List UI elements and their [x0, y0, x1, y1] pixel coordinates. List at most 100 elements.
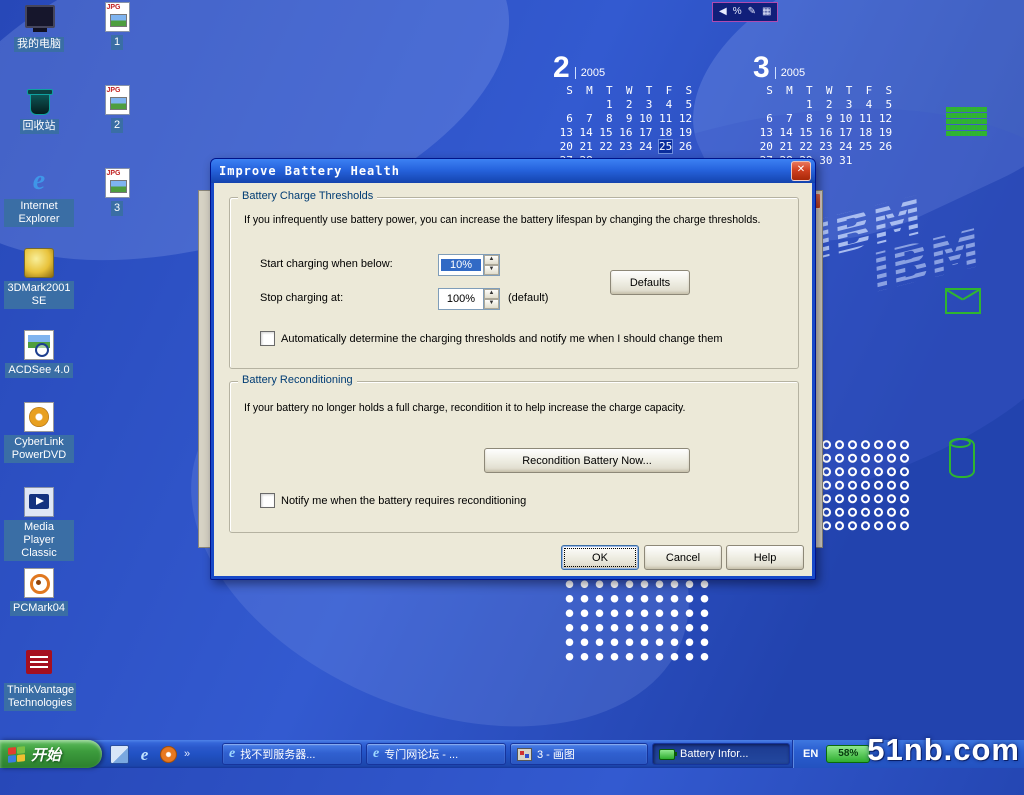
spinner-up-icon[interactable]: ▲ [484, 289, 499, 299]
spinner-down-icon[interactable]: ▼ [484, 299, 499, 309]
calendar-week: 20 21 22 23 24 25 26 [553, 140, 692, 154]
pcmark-icon [24, 568, 54, 598]
task-label: 找不到服务器... [240, 746, 315, 762]
spinner-down-icon[interactable]: ▼ [484, 265, 499, 275]
improve-battery-health-dialog: Improve Battery Health ✕ Battery Charge … [210, 158, 816, 580]
paint-icon [517, 748, 532, 761]
desktop-icon-acdsee[interactable]: ACDSee 4.0 [4, 330, 74, 378]
calendar-month-number: 2 [553, 54, 570, 82]
close-icon[interactable]: ✕ [791, 161, 811, 181]
envelope-icon [945, 288, 981, 314]
thinkvantage-icon [26, 650, 52, 674]
default-note: (default) [508, 292, 548, 304]
battery-icon [659, 749, 675, 760]
desktop-icon-jpg-3[interactable]: 3 [90, 168, 144, 216]
stop-charging-label: Stop charging at: [260, 292, 343, 304]
media-player-classic-icon [24, 487, 54, 517]
calendar-week: 6 7 8 9 10 11 12 [553, 112, 692, 126]
spinner-up-icon[interactable]: ▲ [484, 255, 499, 265]
desktop-icon-pcmark04[interactable]: PCMark04 [4, 568, 74, 616]
media-player-quicklaunch-icon[interactable] [160, 746, 177, 763]
start-charging-value[interactable]: 10% [441, 259, 481, 271]
battery-charge-thresholds-group: Battery Charge Thresholds If you infrequ… [229, 197, 799, 369]
notify-reconditioning-checkbox-row: Notify me when the battery requires reco… [260, 493, 526, 508]
stop-charging-value[interactable]: 100% [439, 293, 483, 305]
start-charging-spinner[interactable]: 10% ▲ ▼ [438, 254, 500, 276]
desktop-icon-label: CyberLink PowerDVD [4, 435, 74, 463]
desktop-icon-label: Internet Explorer [4, 199, 74, 227]
jpg-file-icon [105, 85, 130, 115]
auto-determine-checkbox[interactable] [260, 331, 275, 346]
taskbar-task-browser-1[interactable]: e 找不到服务器... [222, 743, 362, 765]
taskbar-task-paint[interactable]: 3 - 画图 [510, 743, 648, 765]
desktop-icon-internet-explorer[interactable]: e Internet Explorer [4, 166, 74, 227]
calendar-day-header: S M T W T F S [553, 84, 692, 98]
recycle-bin-icon [22, 86, 56, 116]
calendar-week: 1 2 3 4 5 [553, 98, 692, 112]
cancel-button[interactable]: Cancel [644, 545, 722, 570]
show-desktop-icon[interactable] [110, 745, 129, 764]
desktop-icon-label: 我的电脑 [14, 37, 64, 52]
desktop-icon-jpg-1[interactable]: 1 [90, 2, 144, 50]
desktop-icon-powerdvd[interactable]: CyberLink PowerDVD [4, 402, 74, 463]
calendar-week: 13 14 15 16 17 18 19 [753, 126, 892, 140]
start-button-label: 开始 [31, 744, 61, 765]
reconditioning-description: If your battery no longer holds a full c… [244, 402, 685, 414]
desktop-icon-label: 3 [111, 201, 123, 216]
internet-explorer-quicklaunch-icon[interactable]: e [136, 746, 153, 763]
calendar-year: 2005 [775, 67, 805, 79]
battery-meter-icon[interactable]: % [733, 7, 742, 17]
dialog-title: Improve Battery Health [211, 164, 791, 178]
calendar-week: 1 2 3 4 5 [753, 98, 892, 112]
wallpaper-dot-grid [562, 577, 714, 665]
desktop-icon-thinkvantage[interactable]: ThinkVantage Technologies [4, 650, 74, 711]
thresholds-description: If you infrequently use battery power, y… [244, 214, 760, 226]
desktop: { "icons": { "close_glyph": "✕", "spin_u… [0, 0, 1024, 768]
recondition-battery-now-button[interactable]: Recondition Battery Now... [484, 448, 690, 473]
group-title: Battery Charge Thresholds [238, 190, 377, 202]
desktop-icon-recycle-bin[interactable]: 回收站 [4, 86, 74, 134]
language-indicator[interactable]: EN [803, 748, 818, 760]
acdsee-icon [24, 330, 54, 360]
calendar-day-header: S M T W T F S [753, 84, 892, 98]
auto-determine-label: Automatically determine the charging thr… [281, 333, 722, 345]
desktop-icon-label: 1 [111, 35, 123, 50]
desktop-icon-label: 3DMark2001 SE [4, 281, 74, 309]
desktop-icon-jpg-2[interactable]: 2 [90, 85, 144, 133]
desktop-icon-label: 2 [111, 118, 123, 133]
battery-percentage-indicator[interactable]: 58% [826, 745, 870, 763]
desktop-icon-3dmark2001[interactable]: 3DMark2001 SE [4, 248, 74, 309]
pen-icon[interactable]: ✎ [748, 7, 756, 17]
mini-toolbar[interactable]: ◀ % ✎ ▦ [712, 2, 778, 22]
my-computer-icon [22, 4, 56, 34]
defaults-button[interactable]: Defaults [610, 270, 690, 295]
ok-button[interactable]: OK [561, 545, 639, 570]
help-button[interactable]: Help [726, 545, 804, 570]
dialog-titlebar[interactable]: Improve Battery Health ✕ [211, 159, 815, 183]
desktop-icon-label: ThinkVantage Technologies [4, 683, 76, 711]
start-button[interactable]: 开始 [0, 740, 102, 768]
taskbar-task-browser-2[interactable]: e 专门网论坛 - ... [366, 743, 506, 765]
task-label: 专门网论坛 - ... [384, 746, 458, 762]
calendar-month-number: 3 [753, 54, 770, 82]
taskbar-task-battery-information[interactable]: Battery Infor... [652, 743, 790, 765]
stop-charging-spinner[interactable]: 100% ▲ ▼ [438, 288, 500, 310]
chevron-right-icon[interactable]: » [184, 748, 190, 760]
calendar-march: 3 2005 S M T W T F S 1 2 3 4 5 6 7 8 9 1… [753, 54, 892, 168]
dialog-body: Battery Charge Thresholds If you infrequ… [214, 183, 812, 576]
desktop-icon-media-player-classic[interactable]: Media Player Classic [4, 487, 74, 561]
calendar-week: 6 7 8 9 10 11 12 [753, 112, 892, 126]
group-title: Battery Reconditioning [238, 374, 357, 386]
internet-explorer-icon: e [229, 746, 235, 762]
internet-explorer-icon: e [22, 166, 56, 196]
desktop-icon-my-computer[interactable]: 我的电脑 [4, 4, 74, 52]
watermark-51nb: 51nb.com [867, 732, 1020, 768]
jpg-file-icon [105, 168, 130, 198]
internet-explorer-icon: e [373, 746, 379, 762]
desktop-icon-label: 回收站 [20, 119, 59, 134]
display-icon[interactable]: ▦ [762, 7, 771, 17]
speaker-icon[interactable]: ◀ [719, 7, 727, 17]
powerdvd-icon [24, 402, 54, 432]
quick-launch: e » [110, 743, 190, 765]
notify-reconditioning-checkbox[interactable] [260, 493, 275, 508]
